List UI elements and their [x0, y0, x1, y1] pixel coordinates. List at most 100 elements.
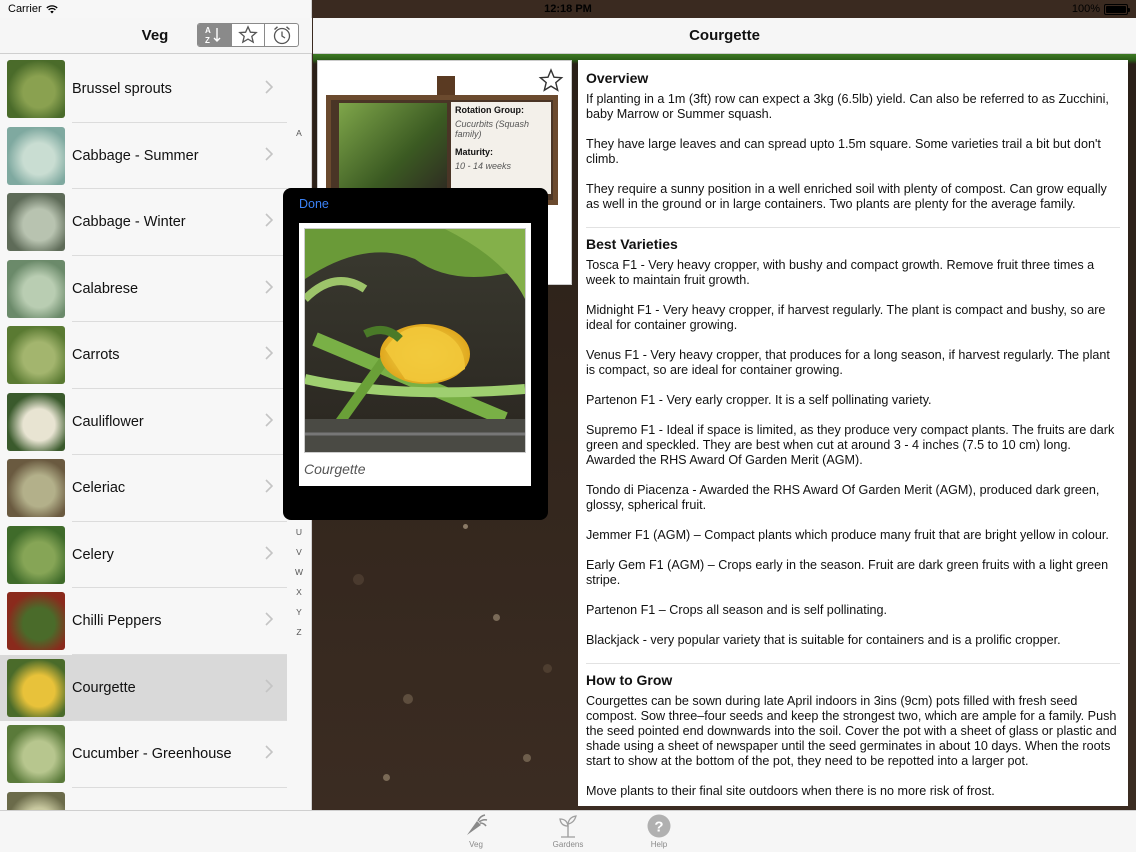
veg-thumbnail	[7, 326, 65, 385]
tab-veg[interactable]: Veg	[446, 813, 506, 849]
rotation-group-label: Rotation Group:	[455, 105, 524, 115]
rotation-group-value: Cucurbits (Squash family)	[455, 119, 530, 139]
veg-label: Cucumber - Greenhouse	[72, 746, 232, 763]
tab-gardens-label: Gardens	[552, 840, 584, 849]
soil-speck	[523, 754, 531, 762]
soil-speck	[353, 574, 364, 585]
section-paragraph: Blackjack - very popular variety that is…	[586, 633, 1061, 647]
list-item[interactable]: Cucumber - Greenhouse	[0, 721, 287, 788]
list-item[interactable]: Cabbage - Summer	[0, 122, 287, 189]
alarm-clock-icon	[273, 26, 290, 45]
tab-help[interactable]: ? Help	[629, 813, 689, 849]
section-paragraph: Venus F1 - Very heavy cropper, that prod…	[586, 348, 1110, 377]
veg-label: Cabbage - Summer	[72, 147, 199, 164]
svg-text:Z: Z	[205, 36, 210, 45]
veg-thumbnail	[7, 392, 65, 451]
favourite-star-icon[interactable]	[538, 68, 564, 94]
done-button[interactable]: Done	[299, 197, 329, 211]
list-item[interactable]: Courgette	[0, 654, 287, 721]
section-paragraph: Move plants to their final site outdoors…	[586, 784, 995, 798]
section-paragraph: Partenon F1 - Very early cropper. It is …	[586, 393, 932, 407]
photo-popover: Done Courgette	[283, 188, 548, 520]
detail-info-panel[interactable]: Overview If planting in a 1m (3ft) row ca…	[578, 60, 1128, 806]
maturity-label: Maturity:	[455, 147, 493, 157]
svg-text:A: A	[205, 26, 211, 35]
chevron-right-icon	[265, 279, 273, 294]
info-section: Overview If planting in a 1m (3ft) row ca…	[586, 70, 1120, 228]
info-section: Best Varieties Tosca F1 - Very heavy crop…	[586, 236, 1120, 664]
chevron-right-icon	[265, 678, 273, 693]
list-item[interactable]: Celery	[0, 521, 287, 588]
index-letter[interactable]: Y	[290, 607, 308, 617]
chevron-right-icon	[265, 479, 273, 493]
list-item[interactable]: Celeriac	[0, 455, 287, 522]
veg-thumbnail	[7, 459, 65, 518]
veg-thumbnail	[7, 259, 65, 318]
battery-percent: 100%	[1071, 3, 1100, 15]
courgette-illustration	[305, 229, 525, 452]
section-heading: How to Grow	[586, 672, 673, 688]
veg-label: Cauliflower	[72, 413, 144, 430]
sort-az-icon: A Z	[205, 26, 221, 45]
sign-text: Rotation Group: Cucurbits (Squash family…	[451, 102, 551, 194]
tab-bar: Veg Gardens ? Help	[0, 810, 1136, 852]
section-paragraph: If planting in a 1m (3ft) row can expect…	[586, 92, 1109, 121]
veg-list: Brussel sprouts Cabbage - Summer Cabbage -…	[0, 56, 287, 810]
index-letter[interactable]: V	[290, 547, 308, 557]
veg-label: Cabbage - Winter	[72, 214, 186, 231]
soil-speck	[543, 664, 552, 673]
favourites-button[interactable]	[232, 24, 266, 46]
section-paragraph: They require a sunny position in a well …	[586, 182, 1107, 211]
left-nav-title: Veg	[141, 27, 169, 44]
index-letter[interactable]: X	[290, 587, 308, 597]
detail-title: Courgette	[689, 27, 760, 44]
section-paragraph: Supremo F1 - Ideal if space is limited, …	[586, 423, 1115, 467]
maturity-value: 10 - 14 weeks	[455, 161, 512, 171]
chevron-right-icon	[265, 612, 273, 626]
soil-speck	[403, 694, 413, 704]
veg-label: Carrots	[72, 347, 120, 364]
soil-speck	[493, 614, 500, 621]
section-paragraph: Courgettes can be sown during late April…	[586, 694, 1117, 768]
index-letter[interactable]: Z	[290, 627, 308, 637]
index-letter[interactable]: A	[290, 128, 308, 138]
veg-thumbnail	[7, 658, 65, 717]
chevron-right-icon	[265, 213, 273, 227]
svg-text:?: ?	[654, 819, 663, 836]
list-item[interactable]: Chilli Peppers	[0, 588, 287, 655]
sort-az-button[interactable]: A Z	[198, 24, 232, 46]
photo-caption: Courgette	[304, 461, 366, 477]
soil-speck	[463, 524, 468, 529]
list-item[interactable]: Cauliflower	[0, 388, 287, 455]
reminders-button[interactable]	[265, 24, 298, 46]
chevron-right-icon	[265, 545, 273, 560]
tab-help-label: Help	[650, 840, 668, 849]
sort-segmented-control: A Z	[197, 23, 299, 47]
section-paragraph: Tosca F1 - Very heavy cropper, with bush…	[586, 258, 1095, 287]
veg-thumbnail	[7, 60, 65, 119]
list-item[interactable]	[0, 787, 287, 810]
veg-label: Brussel sprouts	[72, 81, 172, 98]
right-nav-bar: Courgette	[313, 18, 1136, 54]
tab-gardens[interactable]: Gardens	[538, 813, 598, 849]
chevron-right-icon	[265, 80, 273, 94]
veg-label: Courgette	[72, 679, 136, 696]
tab-veg-label: Veg	[469, 840, 483, 849]
list-item[interactable]: Cabbage - Winter	[0, 189, 287, 256]
chevron-right-icon	[265, 146, 273, 161]
veg-thumbnail	[7, 725, 65, 784]
list-item[interactable]: Brussel sprouts	[0, 56, 287, 123]
section-paragraph: Midnight F1 - Very heavy cropper, if har…	[586, 303, 1106, 332]
list-item[interactable]: Carrots	[0, 322, 287, 389]
list-item[interactable]: Calabrese	[0, 255, 287, 322]
section-paragraph: They have large leaves and can spread up…	[586, 137, 1101, 166]
veg-thumbnail	[7, 791, 65, 810]
chevron-right-icon	[265, 412, 273, 427]
index-letter[interactable]: U	[290, 527, 308, 537]
status-time: 12:18 PM	[544, 3, 592, 15]
sign-photo[interactable]	[339, 103, 447, 193]
wifi-icon	[45, 4, 58, 13]
carrot-icon	[467, 814, 488, 835]
index-letter[interactable]: W	[290, 567, 308, 577]
section-heading: Best Varieties	[586, 236, 678, 252]
